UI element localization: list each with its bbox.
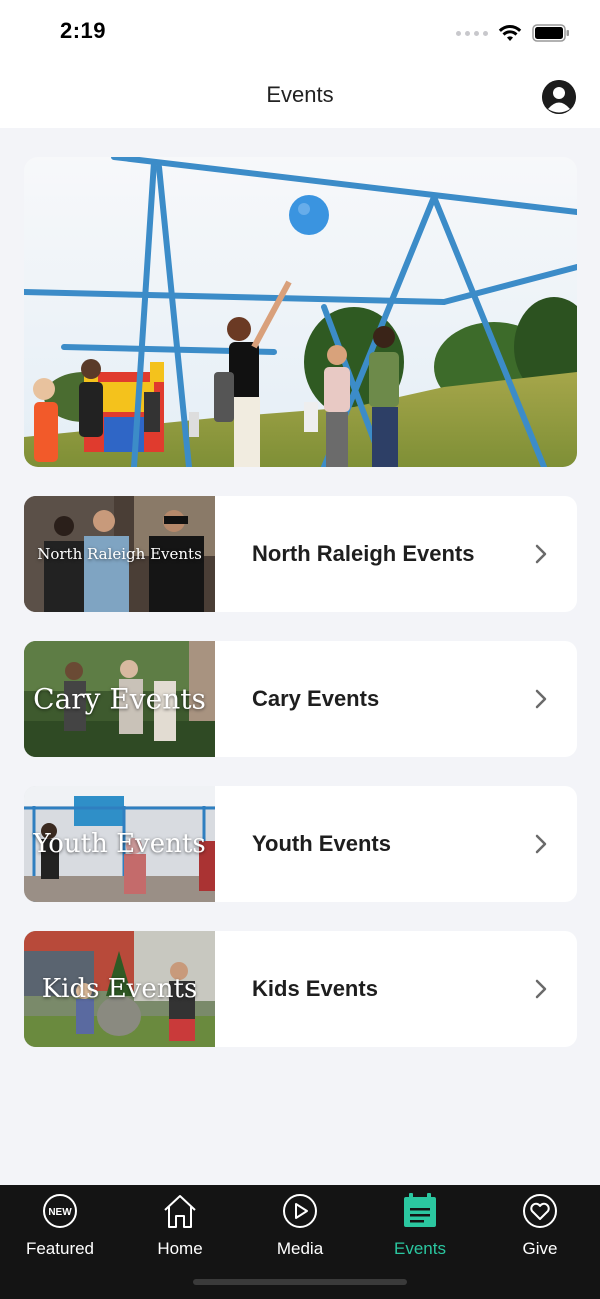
new-badge-icon: NEW xyxy=(43,1194,77,1228)
tab-events[interactable]: Events xyxy=(360,1185,480,1265)
navigation-bar: Events xyxy=(0,64,600,128)
new-badge-text: NEW xyxy=(48,1207,72,1218)
event-thumbnail: North Raleigh Events xyxy=(24,496,215,612)
profile-button[interactable] xyxy=(542,80,576,114)
home-indicator[interactable] xyxy=(193,1279,407,1285)
chevron-right-icon xyxy=(535,689,547,709)
event-thumbnail: Kids Events xyxy=(24,931,215,1047)
status-icons xyxy=(456,20,570,46)
calendar-icon xyxy=(404,1193,436,1227)
tab-label: Give xyxy=(522,1239,558,1258)
event-card-youth[interactable]: Youth Events Youth Events xyxy=(24,786,577,902)
featured-event-image[interactable] xyxy=(24,157,577,467)
event-card-north-raleigh[interactable]: North Raleigh Events North Raleigh Event… xyxy=(24,496,577,612)
page-title: Events xyxy=(266,82,334,107)
user-icon xyxy=(542,80,576,114)
event-title: Youth Events xyxy=(252,831,391,856)
hero-photo xyxy=(24,157,577,467)
thumbnail-caption: North Raleigh Events xyxy=(37,545,202,563)
home-icon xyxy=(164,1195,196,1228)
thumbnail-caption: Cary Events xyxy=(33,682,206,716)
wifi-icon xyxy=(498,25,522,41)
status-time: 2:19 xyxy=(60,18,107,43)
tab-label: Events xyxy=(394,1239,446,1258)
tab-label: Featured xyxy=(25,1239,95,1258)
heart-icon xyxy=(523,1194,557,1228)
tab-label: Home xyxy=(157,1239,203,1258)
event-thumbnail: Youth Events xyxy=(24,786,215,902)
event-title: Cary Events xyxy=(252,686,380,711)
play-icon xyxy=(283,1194,317,1228)
battery-icon xyxy=(532,24,569,42)
tab-label: Media xyxy=(276,1239,324,1258)
event-card-cary[interactable]: Cary Events Cary Events xyxy=(24,641,577,757)
tab-media[interactable]: Media xyxy=(240,1185,360,1265)
tab-home[interactable]: Home xyxy=(120,1185,240,1265)
chevron-right-icon xyxy=(535,544,547,564)
event-title: North Raleigh Events xyxy=(252,541,475,566)
tab-featured[interactable]: NEW Featured xyxy=(0,1185,120,1265)
chevron-right-icon xyxy=(535,979,547,999)
status-bar: 2:19 xyxy=(0,0,600,64)
thumbnail-caption: Kids Events xyxy=(41,974,198,1004)
chevron-right-icon xyxy=(535,834,547,854)
thumbnail-caption: Youth Events xyxy=(33,829,206,859)
cellular-signal-icon xyxy=(456,30,488,36)
event-card-kids[interactable]: Kids Events Kids Events xyxy=(24,931,577,1047)
event-title: Kids Events xyxy=(252,976,378,1001)
event-thumbnail: Cary Events xyxy=(24,641,215,757)
tab-give[interactable]: Give xyxy=(480,1185,600,1265)
